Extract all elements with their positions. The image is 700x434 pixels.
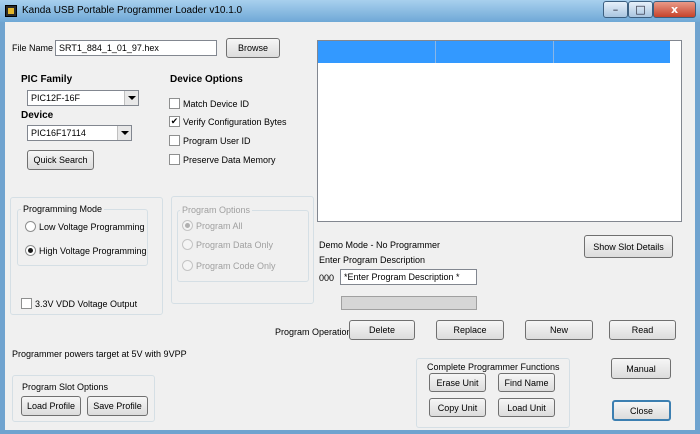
pic-family-label: PIC Family [21,74,73,85]
delete-button[interactable]: Delete [349,320,415,340]
power-info-text: Programmer powers target at 5V with 9VPP [12,349,187,359]
preserve-data-label: Preserve Data Memory [183,155,276,165]
find-name-button[interactable]: Find Name [498,373,555,392]
program-data-only-label: Program Data Only [196,240,274,250]
match-device-id-label: Match Device ID [183,99,250,109]
app-window: Kanda USB Portable Programmer Loader v10… [0,0,700,434]
program-code-only-radio[interactable] [182,260,193,271]
verify-config-checkbox[interactable]: ✔ [169,116,180,127]
slot-number: 000 [319,273,335,283]
pic-family-select[interactable]: PIC12F-16F [27,90,139,106]
device-label: Device [21,110,54,121]
pic-family-value: PIC12F-16F [31,93,81,103]
list-column [554,41,670,63]
vdd-output-checkbox[interactable] [21,298,32,309]
load-profile-button[interactable]: Load Profile [21,396,81,416]
high-voltage-label: High Voltage Programming [39,246,147,256]
list-column [318,41,436,63]
enter-description-label: Enter Program Description [319,255,426,265]
complete-functions-label: Complete Programmer Functions [427,362,560,372]
file-name-input[interactable]: SRT1_884_1_01_97.hex [55,40,217,56]
minimize-button[interactable]: – [603,1,628,18]
low-voltage-radio[interactable] [25,221,36,232]
window-close-button[interactable]: x [653,1,696,18]
chevron-down-icon [117,126,131,140]
app-icon [5,5,17,17]
program-data-only-radio[interactable] [182,239,193,250]
program-description-input[interactable]: *Enter Program Description * [340,269,477,285]
read-button[interactable]: Read [609,320,676,340]
new-button[interactable]: New [525,320,593,340]
slot-options-label: Program Slot Options [22,382,109,392]
browse-button[interactable]: Browse [226,38,280,58]
program-all-label: Program All [196,221,243,231]
quick-search-button[interactable]: Quick Search [27,150,94,170]
device-options-heading: Device Options [170,74,243,85]
program-options-label: Program Options [180,205,253,215]
copy-unit-button[interactable]: Copy Unit [429,398,486,417]
demo-mode-text: Demo Mode - No Programmer [319,240,441,250]
preserve-data-checkbox[interactable] [169,154,180,165]
manual-button[interactable]: Manual [611,358,671,379]
chevron-down-icon [124,91,138,105]
high-voltage-radio[interactable] [25,245,36,256]
program-user-id-checkbox[interactable] [169,135,180,146]
client-area: File Name SRT1_884_1_01_97.hex Browse PI… [5,22,695,430]
progress-bar [341,296,477,310]
device-select[interactable]: PIC16F17114 [27,125,132,141]
match-device-id-checkbox[interactable] [169,98,180,109]
save-profile-button[interactable]: Save Profile [87,396,148,416]
maximize-button[interactable]: □ [628,1,653,18]
vdd-output-label: 3.3V VDD Voltage Output [35,299,138,309]
program-code-only-label: Program Code Only [196,261,276,271]
program-all-radio[interactable] [182,220,193,231]
programming-mode-label: Programming Mode [21,204,105,214]
program-user-id-label: Program User ID [183,136,251,146]
show-slot-details-button[interactable]: Show Slot Details [584,235,673,258]
programming-mode-group [17,209,148,266]
slot-list-selected-row[interactable] [318,41,670,63]
list-column [436,41,554,63]
replace-button[interactable]: Replace [436,320,504,340]
erase-unit-button[interactable]: Erase Unit [429,373,486,392]
low-voltage-label: Low Voltage Programming [39,222,145,232]
verify-config-label: Verify Configuration Bytes [183,117,287,127]
close-button[interactable]: Close [612,400,671,421]
title-bar: Kanda USB Portable Programmer Loader v10… [0,0,700,22]
load-unit-button[interactable]: Load Unit [498,398,555,417]
file-name-label: File Name [12,43,54,53]
program-operations-label: Program Operations [275,327,357,337]
window-title: Kanda USB Portable Programmer Loader v10… [22,5,243,16]
device-value: PIC16F17114 [31,128,86,138]
slot-list[interactable] [317,40,682,222]
